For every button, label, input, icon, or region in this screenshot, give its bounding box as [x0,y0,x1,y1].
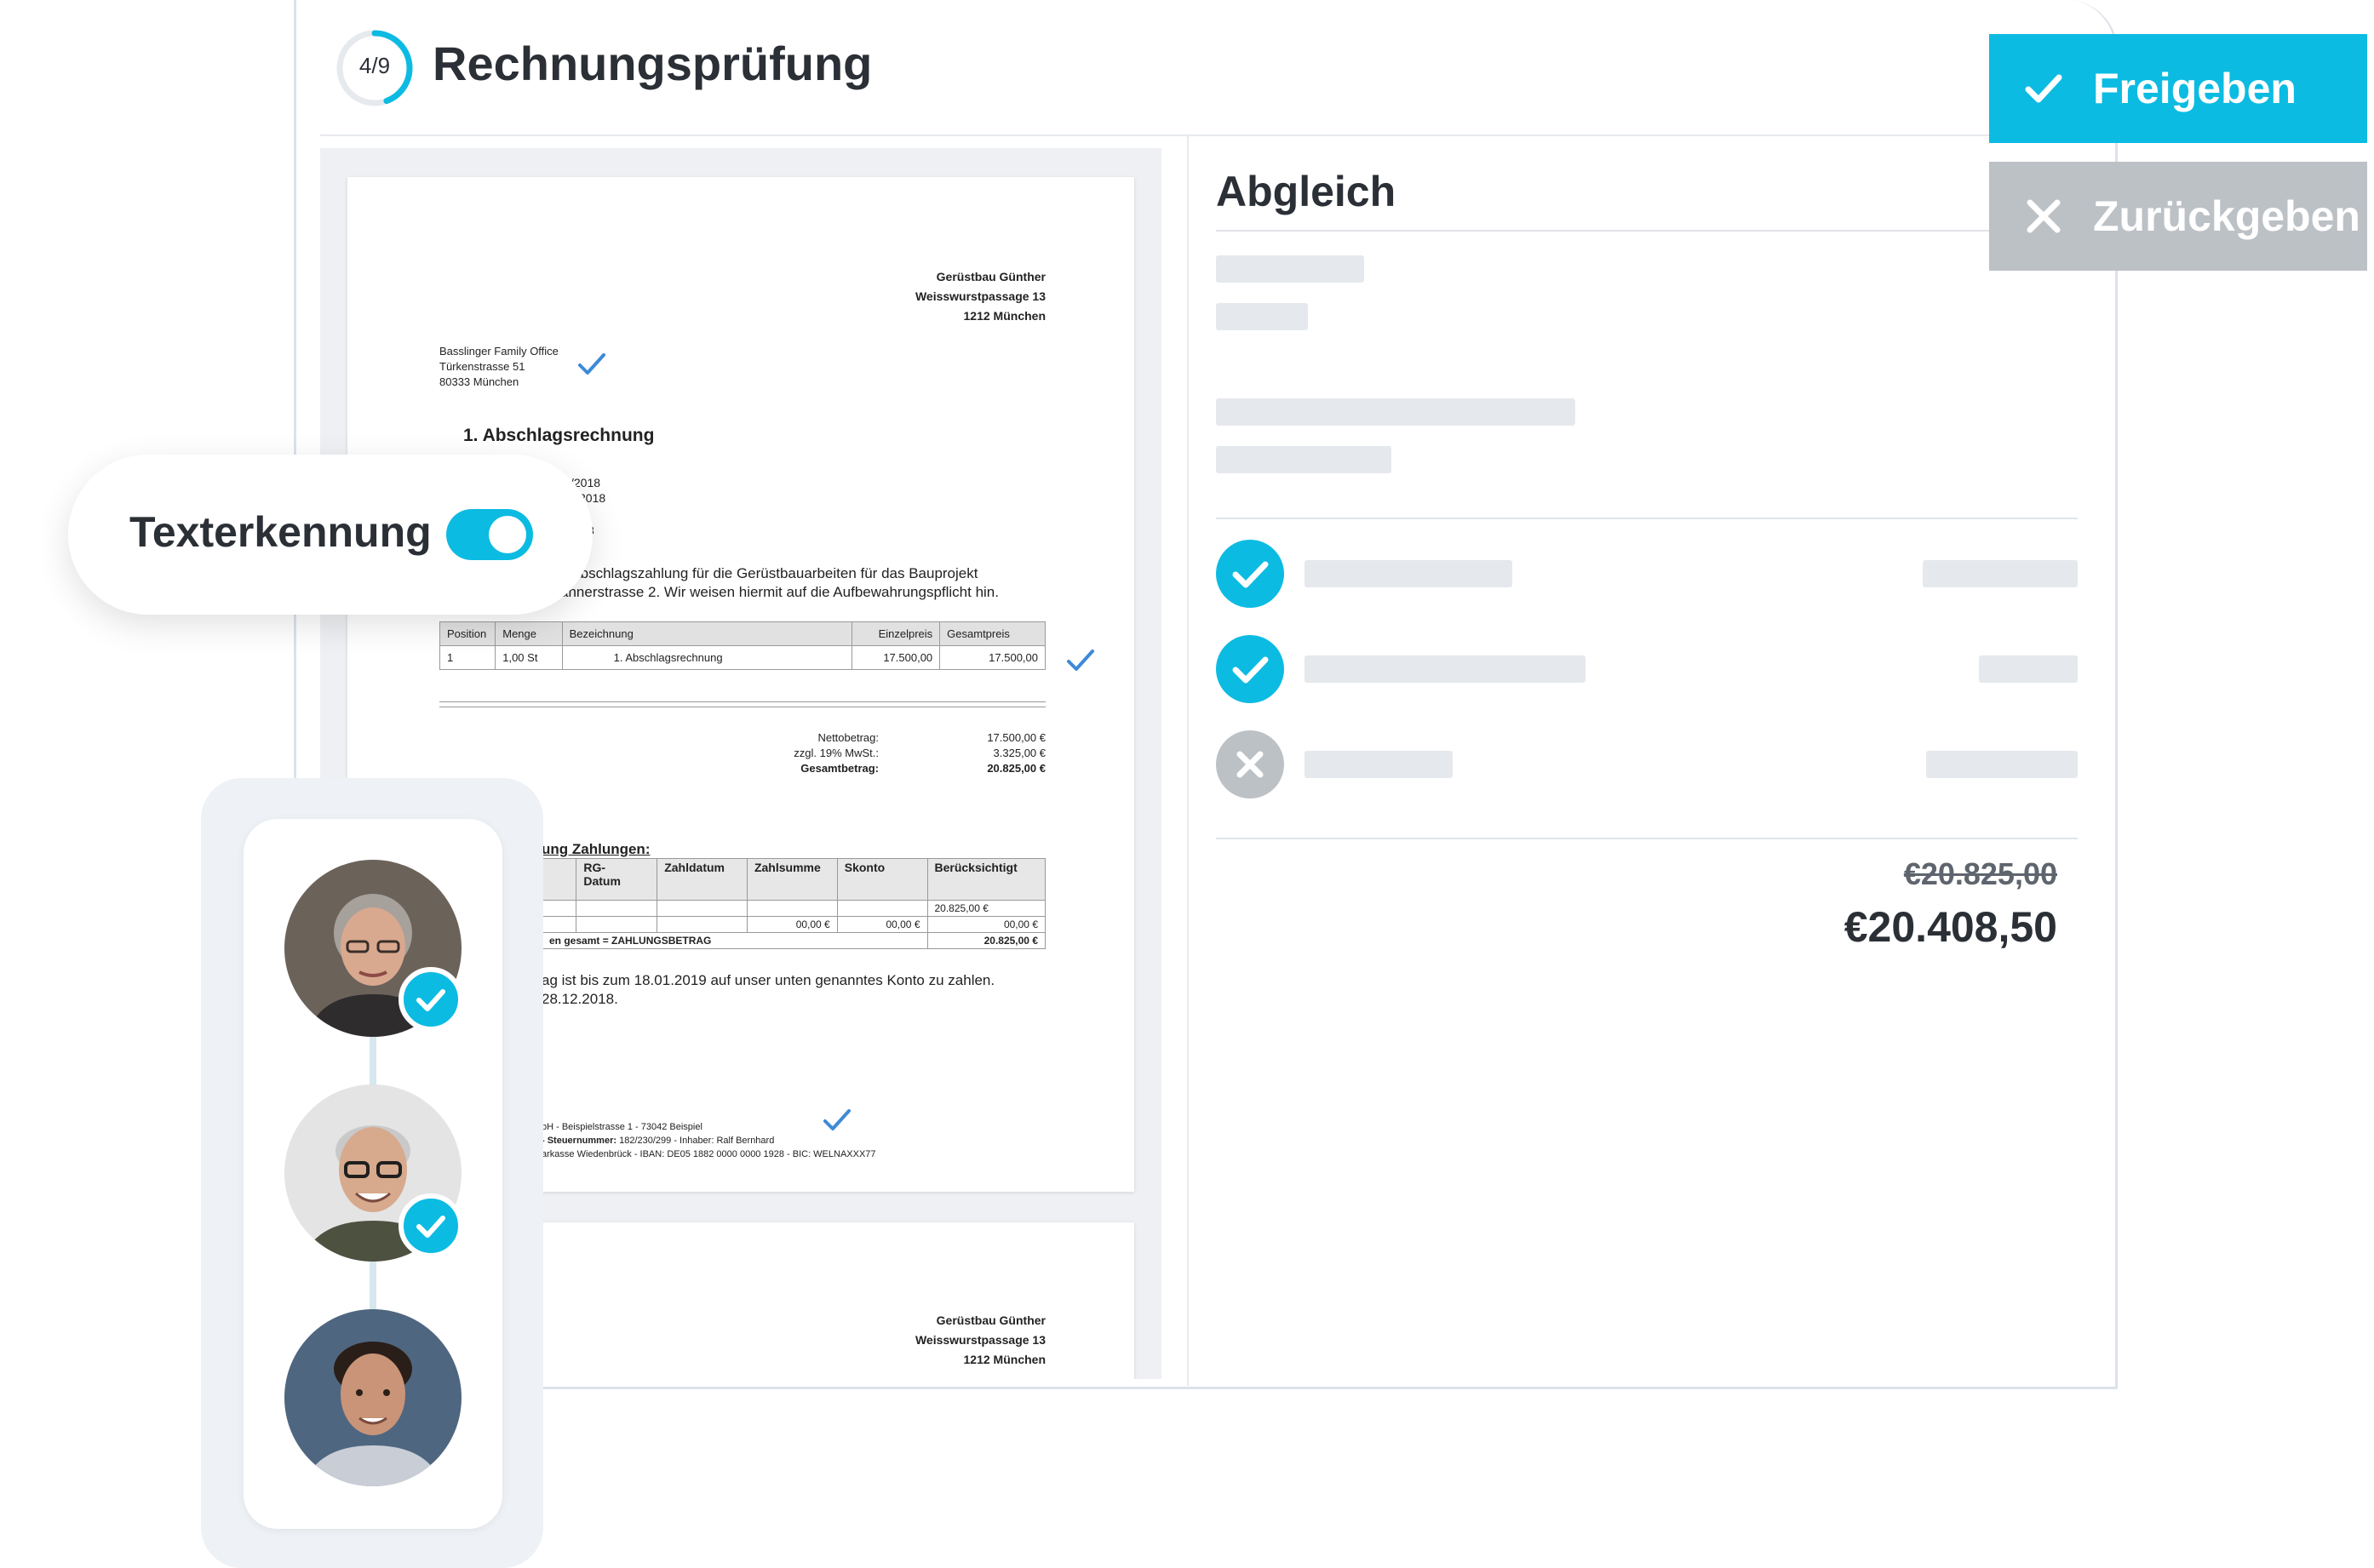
close-icon [1216,730,1284,798]
verified-check-icon [823,1109,851,1130]
approved-badge [399,967,463,1032]
sender-city: 1212 München [963,1353,1046,1366]
payments-heading: ung Zahlungen: [542,841,651,857]
placeholder-value [1923,560,2078,587]
placeholder-text [1305,751,1453,778]
sender-name: Gerüstbau Günther [936,1313,1046,1327]
check-status-ok [1216,540,1284,608]
items-table: Position Menge Bezeichnung Einzelpreis G… [439,621,1046,670]
approve-label: Freigeben [2093,65,2297,112]
placeholder-text [1216,398,1575,426]
total-value: 17.500,00 € [987,731,1046,744]
check-icon [1216,540,1284,608]
placeholder-text [1216,303,1308,330]
payments-table: RG- Datum Zahldatum Zahlsumme Skonto Ber… [541,858,1046,949]
verified-check-icon [1067,650,1094,671]
placeholder-value [1926,751,2078,778]
table-row: 20.825,00 € [541,900,1046,917]
placeholder-text [1216,446,1391,473]
separator-line [439,701,1046,702]
close-icon [2027,199,2061,233]
total-value: 20.825,00 € [987,762,1046,775]
total-label: Nettobetrag: [817,731,879,744]
payment-line-2: 28.12.2018. [542,991,618,1007]
total-value: 3.325,00 € [993,747,1046,759]
avatar-approver-3[interactable] [284,1309,462,1486]
check-icon [1216,635,1284,703]
verified-check-icon [578,353,605,375]
invoice-title: 1. Abschlagsrechnung [463,426,655,445]
check-icon [416,1216,445,1238]
total-label: Gesamtbetrag: [800,762,879,775]
check-icon [2025,74,2062,103]
original-amount: €20.825,00 [1903,856,2057,891]
total-label: zzgl. 19% MwSt.: [794,747,879,759]
placeholder-text [1305,655,1586,683]
header-divider [320,134,2108,136]
avatar-man-young-icon [284,1309,462,1486]
footer-line-3: arkasse Wiedenbrück - IBAN: DE05 1882 00… [542,1149,876,1159]
check-icon [416,989,445,1011]
sender-name: Gerüstbau Günther [936,270,1046,283]
payment-line-1: ag ist bis zum 18.01.2019 auf unser unte… [542,972,995,988]
table-row: en gesamt = ZAHLUNGSBETRAG 20.825,00 € [542,932,1046,949]
return-button[interactable]: Zurückgeben [1989,162,2367,271]
divider [1216,518,2078,519]
toggle-knob [489,516,526,553]
footer-line-1: bH - Beispielstrasse 1 - 73042 Beispiel [542,1122,702,1132]
ocr-toggle[interactable] [446,509,533,560]
recipient-city: 80333 München [439,375,519,388]
footer-line-2: - Steuernummer: 182/230/299 - Inhaber: R… [542,1136,775,1146]
progress-text: 4/9 [358,53,391,78]
placeholder-value [1979,655,2078,683]
sender-street: Weisswurstpassage 13 [915,289,1046,303]
body-line-1: s Abschlagszahlung für die Gerüstbauarbe… [560,565,978,581]
body-line-2: annerstrasse 2. Wir weisen hiermit auf d… [560,584,999,600]
pane-divider [1187,134,1189,1386]
table-row: 1 1,00 St 1. Abschlagsrechnung 17.500,00… [439,645,1046,670]
placeholder-text [1216,255,1364,283]
placeholder-text [1305,560,1512,587]
table-row: 00,00 € 00,00 € 00,00 € [541,916,1046,933]
return-label: Zurückgeben [2093,192,2360,240]
corrected-amount: €20.408,50 [1844,903,2057,951]
check-status-failed [1216,730,1284,798]
recipient-name: Basslinger Family Office [439,345,559,358]
approve-button[interactable]: Freigeben [1989,34,2367,143]
divider [1216,838,2078,839]
sender-city: 1212 München [963,309,1046,323]
divider [1216,230,2078,232]
sender-street: Weisswurstpassage 13 [915,1333,1046,1347]
comparison-title: Abgleich [1216,168,1396,215]
page-title: Rechnungsprüfung [433,37,873,90]
approved-badge [399,1193,463,1258]
recipient-street: Türkenstrasse 51 [439,360,525,373]
ocr-label: Texterkennung [129,508,432,556]
check-status-ok [1216,635,1284,703]
ocr-toggle-card: Texterkennung [68,455,593,615]
